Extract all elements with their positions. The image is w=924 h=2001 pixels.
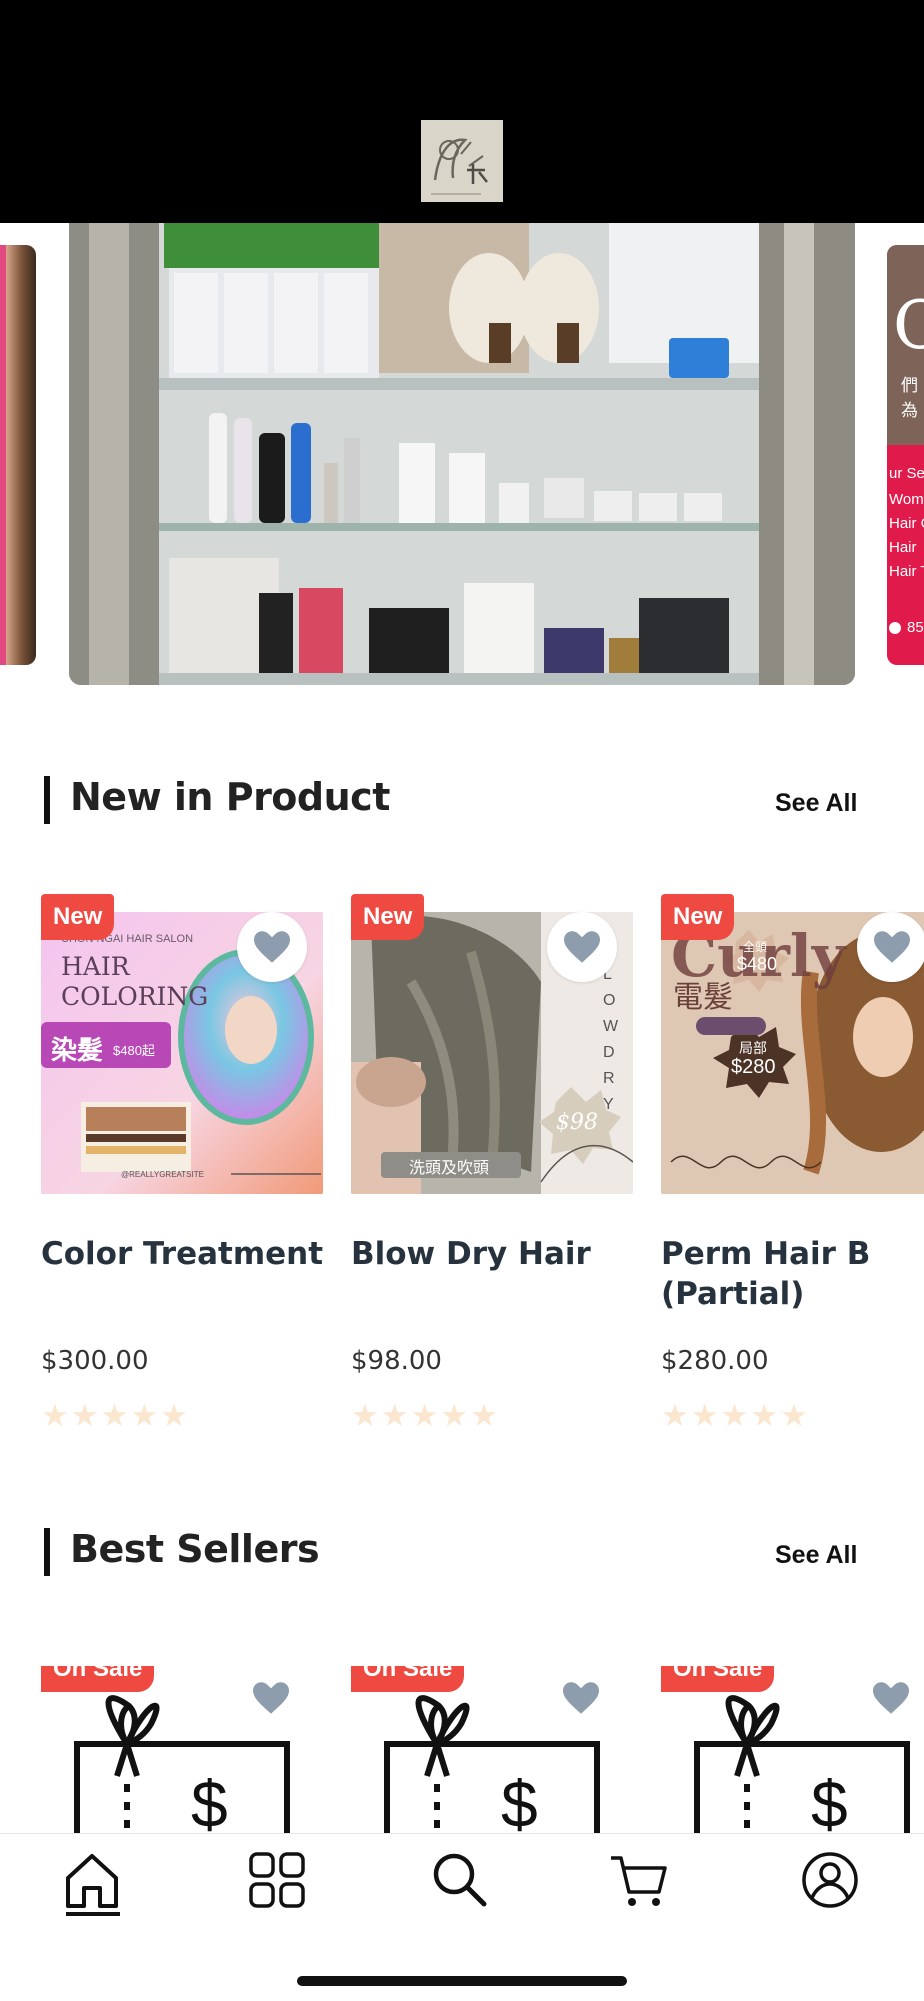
image-headline-1: HAIR (61, 952, 130, 981)
product-name[interactable]: Perm Hair B (Partial) (661, 1234, 924, 1314)
dollar-symbol: $ (501, 1767, 538, 1836)
best-seller-card[interactable]: $ On Sale (351, 1666, 633, 1836)
slide-next-line: Hair C (889, 515, 924, 532)
carousel-slide-prev[interactable] (0, 245, 36, 665)
top-header (0, 0, 924, 223)
slide-next-line: ur Se (889, 465, 924, 482)
grid-icon (249, 1852, 305, 1908)
image-site-text: @REALLYGREATSITE (121, 1170, 204, 1179)
home-icon (66, 1854, 118, 1908)
favorite-button[interactable] (563, 1682, 603, 1716)
slide-next-line: Wom (889, 491, 924, 508)
product-name-line: Blow Dry Hair (351, 1236, 591, 1272)
image-price-label: $480起 (113, 1043, 155, 1058)
image-tag-price: $98 (556, 1110, 598, 1135)
profile-icon (802, 1852, 858, 1908)
product-price: $300.00 (41, 1346, 149, 1376)
image-burst2-cn: 全頭 (743, 940, 768, 954)
see-all-new-in-product[interactable]: See All (775, 789, 857, 818)
image-burst-label: 局部 (739, 1040, 767, 1056)
image-burst2-price: $480 (737, 954, 778, 974)
bottom-tab-bar (0, 1833, 924, 2001)
salon-logo-icon[interactable] (421, 120, 503, 202)
slide-next-line: Hair (889, 539, 917, 556)
heart-icon (874, 931, 910, 963)
favorite-button[interactable] (253, 1682, 293, 1716)
slide-next-subtitle: 們為 (901, 376, 918, 420)
new-badge: New (351, 894, 425, 940)
hero-carousel[interactable]: Ch 們為 ur Se Wom Hair C Hair Hair T 85 (0, 223, 924, 688)
on-sale-badge: On Sale (661, 1666, 775, 1692)
favorite-button[interactable] (237, 912, 307, 982)
see-all-best-sellers[interactable]: See All (775, 1541, 857, 1570)
home-indicator-bar (297, 1976, 627, 1986)
product-name[interactable]: Blow Dry Hair (351, 1234, 651, 1274)
product-name-line: (Partial) (661, 1276, 805, 1312)
dollar-symbol: $ (191, 1767, 228, 1836)
image-headline-2: COLORING (61, 982, 209, 1011)
carousel-slide-next[interactable]: Ch 們為 ur Se Wom Hair C Hair Hair T 85 (887, 245, 924, 665)
image-cn-label: 電髮 (673, 981, 733, 1014)
best-seller-card[interactable]: $ On Sale (661, 1666, 924, 1836)
product-price: $280.00 (661, 1346, 769, 1376)
tab-search[interactable] (428, 1848, 500, 1920)
heart-icon (563, 1682, 599, 1714)
image-cn-label: 洗頭及吹頭 (409, 1160, 490, 1177)
cart-icon (611, 1856, 667, 1906)
tab-home[interactable] (60, 1848, 132, 1920)
section-accent-bar (44, 776, 50, 824)
slide-next-number: 85 (907, 619, 924, 636)
best-seller-card[interactable]: $ On Sale (41, 1666, 323, 1836)
tab-profile[interactable] (798, 1848, 870, 1920)
image-cn-label: 染髮 (51, 1035, 104, 1065)
section-accent-bar (44, 1528, 50, 1576)
favorite-button[interactable] (857, 912, 924, 982)
section-title-new-in-product: New in Product (70, 775, 390, 819)
section-title-best-sellers: Best Sellers (70, 1527, 320, 1571)
product-name-line: Color Treatment (41, 1236, 324, 1272)
favorite-button[interactable] (547, 912, 617, 982)
on-sale-badge: On Sale (41, 1666, 155, 1692)
tab-cart[interactable] (607, 1848, 679, 1920)
image-vertical-text: LOW DRY (603, 966, 619, 1113)
product-price: $98.00 (351, 1346, 442, 1376)
on-sale-badge: On Sale (351, 1666, 465, 1692)
rating-stars: ★★★★★ (661, 1398, 810, 1433)
rating-stars: ★★★★★ (351, 1398, 500, 1433)
product-name-line: Perm Hair B (661, 1236, 871, 1272)
heart-icon (254, 931, 290, 963)
product-name[interactable]: Color Treatment (41, 1234, 341, 1274)
shop-cabinet-photo (69, 223, 855, 685)
carousel-slide-current[interactable] (69, 223, 855, 685)
favorite-button[interactable] (873, 1682, 913, 1716)
active-tab-indicator (66, 1912, 120, 1916)
search-icon (433, 1853, 487, 1907)
rating-stars: ★★★★★ (41, 1398, 190, 1433)
heart-icon (873, 1682, 909, 1714)
new-badge: New (661, 894, 735, 940)
heart-icon (253, 1682, 289, 1714)
tab-categories[interactable] (245, 1848, 317, 1920)
slide-next-heading: Ch (893, 287, 924, 364)
slide-next-dot (889, 622, 901, 634)
heart-icon (564, 931, 600, 963)
dollar-symbol: $ (811, 1767, 848, 1836)
new-badge: New (41, 894, 115, 940)
slide-next-line: Hair T (889, 563, 924, 580)
image-burst-price: $280 (731, 1056, 776, 1078)
